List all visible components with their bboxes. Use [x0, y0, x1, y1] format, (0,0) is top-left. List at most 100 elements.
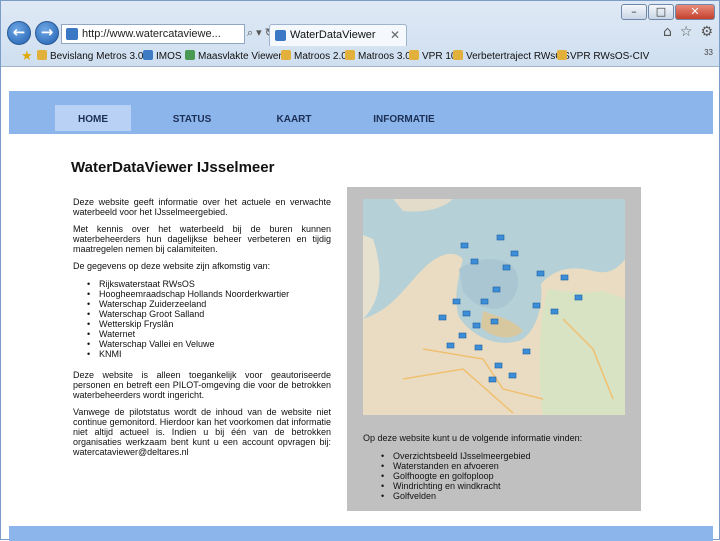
minimize-button[interactable]: – [621, 4, 647, 20]
list-item: Waternet [87, 329, 331, 339]
paragraph: Met kennis over het waterbeeld bij de bu… [73, 224, 331, 254]
browser-tab[interactable]: WaterDataViewer ✕ [269, 24, 407, 46]
info-panel: Op deze website kunt u de volgende infor… [347, 187, 641, 511]
paragraph: Vanwege de pilotstatus wordt de inhoud v… [73, 407, 331, 457]
panel-intro: Op deze website kunt u de volgende infor… [363, 433, 583, 443]
map-marker[interactable] [536, 270, 545, 277]
map-marker[interactable] [438, 314, 447, 321]
list-item: Hoogheemraadschap Hollands Noorderkwarti… [87, 289, 331, 299]
page-icon [557, 50, 567, 60]
page-icon [453, 50, 463, 60]
map-marker[interactable] [502, 264, 511, 271]
window-controls: – □ ✕ [621, 4, 715, 20]
tab-title: WaterDataViewer [290, 29, 376, 41]
url-text: http://www.watercataviewe... [82, 28, 221, 40]
list-item: Waterschap Vallei en Veluwe [87, 339, 331, 349]
tab-status[interactable]: STATUS [157, 105, 227, 131]
map-marker[interactable] [496, 234, 505, 241]
tab-informatie[interactable]: INFORMATIE [359, 105, 449, 131]
map-marker[interactable] [508, 372, 517, 379]
map-marker[interactable] [560, 274, 569, 281]
browser-chrome: – □ ✕ ← → http://www.watercataviewe... ⌕… [1, 1, 719, 67]
map-marker[interactable] [480, 298, 489, 305]
map-marker[interactable] [472, 322, 481, 329]
list-item: Golfvelden [381, 491, 633, 501]
list-item: Waterschap Zuiderzeeland [87, 299, 331, 309]
page-icon [185, 50, 195, 60]
map-marker[interactable] [446, 342, 455, 349]
map-marker[interactable] [550, 308, 559, 315]
list-item: Windrichting en windkracht [381, 481, 633, 491]
map-marker[interactable] [490, 318, 499, 325]
map-marker[interactable] [510, 250, 519, 257]
polder [481, 311, 523, 338]
map-marker[interactable] [458, 332, 467, 339]
island [393, 199, 453, 212]
favorite-link[interactable]: Matroos 2.0 [281, 50, 347, 62]
features-list: Overzichtsbeeld IJsselmeergebied Waterst… [381, 451, 633, 501]
maximize-button[interactable]: □ [648, 4, 674, 20]
close-window-button[interactable]: ✕ [675, 4, 715, 20]
close-icon[interactable]: ✕ [390, 25, 400, 45]
paragraph: Deze website is alleen toegankelijk voor… [73, 370, 331, 400]
dropdown-icon[interactable]: ▾ [256, 26, 265, 39]
favorite-link[interactable]: IMOS [143, 50, 182, 62]
sources-list: Rijkswaterstaat RWsOS Hoogheemraadschap … [87, 279, 331, 359]
map-marker[interactable] [492, 286, 501, 293]
list-item: KNMI [87, 349, 331, 359]
site-icon [66, 28, 78, 40]
favorite-link[interactable]: Matroos 3.0 [345, 50, 411, 62]
land-area [363, 235, 380, 319]
map-marker[interactable] [574, 294, 583, 301]
favorite-link[interactable]: Verbetertraject RWsOS [453, 50, 570, 62]
favorite-link[interactable]: Bevislang Metros 3.0 [37, 50, 143, 62]
address-bar[interactable]: http://www.watercataviewe... [61, 24, 245, 44]
forward-icon[interactable]: → [35, 21, 59, 45]
map-marker[interactable] [452, 298, 461, 305]
main-menu: HOME STATUS KAART INFORMATIE [9, 105, 713, 131]
map-marker[interactable] [462, 310, 471, 317]
tab-site-icon [275, 30, 286, 41]
map-marker[interactable] [460, 242, 469, 249]
page-icon [37, 50, 47, 60]
panel-info: Op deze website kunt u de volgende infor… [363, 433, 633, 501]
favorite-link[interactable]: VPR 10 [409, 50, 456, 62]
map-graphic [363, 199, 625, 415]
page-icon [345, 50, 355, 60]
list-item: Golfhoogte en golfoploop [381, 471, 633, 481]
favorite-link[interactable]: VPR RWsOS-CIV [557, 50, 649, 62]
paragraph: Deze website geeft informatie over het a… [73, 197, 331, 217]
header-rule [9, 131, 713, 134]
search-icon[interactable]: ⌕ [247, 26, 256, 39]
favorite-link[interactable]: Maasvlakte Viewer [185, 50, 282, 62]
site-footer-band [9, 526, 713, 541]
overview-map[interactable] [363, 199, 625, 415]
page-icon [143, 50, 153, 60]
page-icon [281, 50, 291, 60]
favorites-bar: ★ Bevislang Metros 3.0 IMOS Maasvlakte V… [1, 47, 719, 66]
map-marker[interactable] [522, 348, 531, 355]
tab-kaart[interactable]: KAART [259, 105, 329, 131]
favorites-star-icon[interactable]: ★ [21, 49, 33, 64]
toolbar-icons: ⌂ ☆ ⚙ [663, 24, 713, 40]
page-number: 33 [704, 48, 713, 57]
map-marker[interactable] [488, 376, 497, 383]
paragraph: De gegevens op deze website zijn afkomst… [73, 261, 271, 271]
list-item: Waterschap Groot Salland [87, 309, 331, 319]
home-icon[interactable]: ⌂ [663, 24, 672, 40]
map-marker[interactable] [532, 302, 541, 309]
page-icon [409, 50, 419, 60]
map-marker[interactable] [494, 362, 503, 369]
star-icon[interactable]: ☆ [680, 24, 693, 40]
list-item: Wetterskip Fryslân [87, 319, 331, 329]
map-marker[interactable] [474, 344, 483, 351]
map-marker[interactable] [470, 258, 479, 265]
page-title: WaterDataViewer IJsselmeer [71, 159, 275, 176]
tab-home[interactable]: HOME [55, 105, 131, 131]
navigation-bar: ← → http://www.watercataviewe... ⌕▾↻ Wat… [7, 21, 717, 47]
gear-icon[interactable]: ⚙ [700, 24, 713, 40]
list-item: Waterstanden en afvoeren [381, 461, 633, 471]
back-icon[interactable]: ← [7, 21, 31, 45]
list-item: Rijkswaterstaat RWsOS [87, 279, 331, 289]
browser-window: – □ ✕ ← → http://www.watercataviewe... ⌕… [0, 0, 720, 541]
